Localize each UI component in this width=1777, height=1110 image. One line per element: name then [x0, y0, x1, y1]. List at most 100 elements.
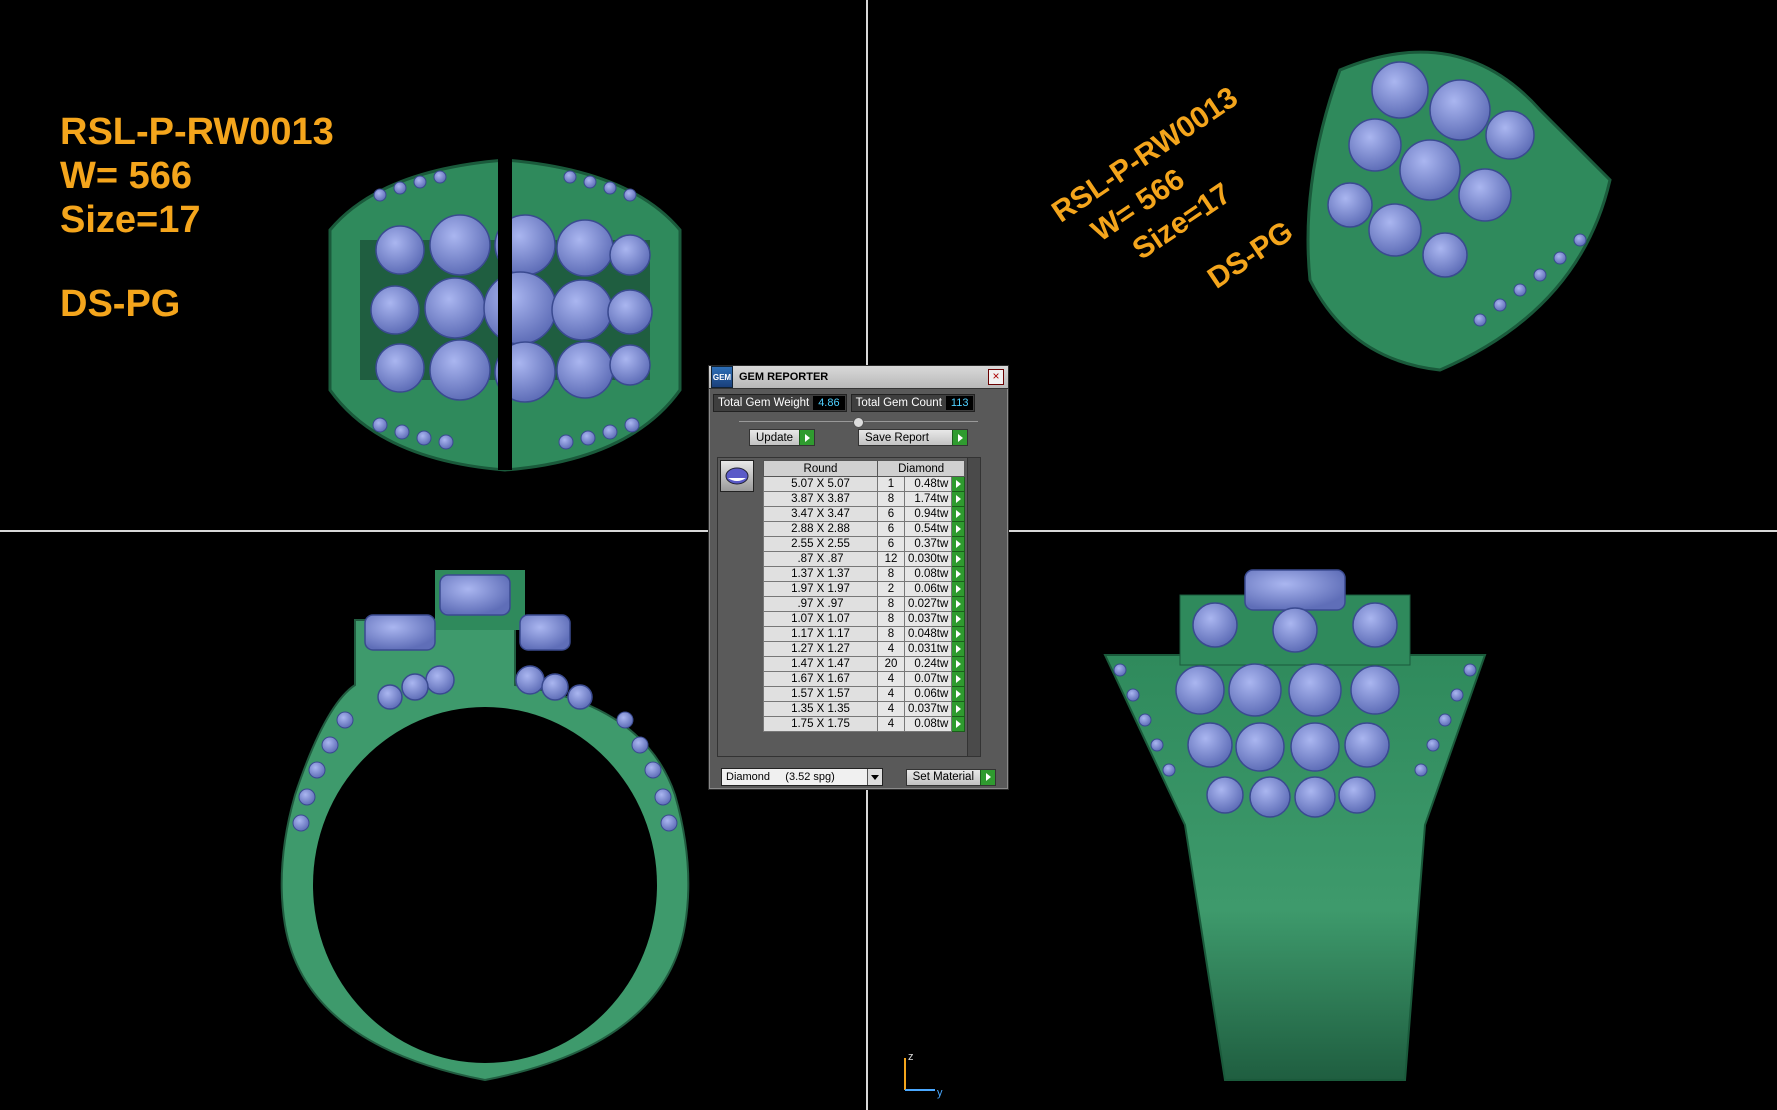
- ring-top-view[interactable]: [320, 140, 690, 480]
- table-row[interactable]: 5.07 X 5.07 1 0.48tw: [763, 476, 966, 492]
- gem-count: 4: [877, 641, 905, 657]
- column-header-shape: Round: [763, 460, 878, 477]
- gem-table: Round Diamond 5.07 X 5.07 1 0.48tw 3.87 X 3…: [763, 460, 966, 732]
- select-row-arrow-icon[interactable]: [951, 701, 966, 717]
- select-row-arrow-icon[interactable]: [951, 536, 966, 552]
- table-row[interactable]: 3.87 X 3.87 8 1.74tw: [763, 491, 966, 507]
- table-row[interactable]: 3.47 X 3.47 6 0.94tw: [763, 506, 966, 522]
- gem-weight: 0.07tw: [903, 671, 953, 687]
- update-label: Update: [756, 431, 794, 444]
- table-row[interactable]: 1.37 X 1.37 8 0.08tw: [763, 566, 966, 582]
- play-arrow-icon: [980, 769, 995, 785]
- play-arrow-icon: [799, 430, 815, 445]
- select-row-arrow-icon[interactable]: [951, 596, 966, 612]
- select-row-arrow-icon[interactable]: [951, 491, 966, 507]
- gem-size: 1.35 X 1.35: [763, 701, 878, 717]
- select-row-arrow-icon[interactable]: [951, 476, 966, 492]
- close-icon[interactable]: ×: [988, 369, 1004, 385]
- select-row-arrow-icon[interactable]: [951, 656, 966, 672]
- table-row[interactable]: 1.35 X 1.35 4 0.037tw: [763, 701, 966, 717]
- table-row[interactable]: 2.55 X 2.55 6 0.37tw: [763, 536, 966, 552]
- axis-gizmo: z y: [904, 1051, 943, 1099]
- table-row[interactable]: 1.27 X 1.27 4 0.031tw: [763, 641, 966, 657]
- total-gem-count: Total Gem Count 113: [850, 394, 976, 412]
- save-report-button[interactable]: Save Report: [858, 429, 968, 446]
- gem-count: 4: [877, 701, 905, 717]
- column-header-material: Diamond: [876, 460, 966, 477]
- gem-count: 8: [877, 566, 905, 582]
- gem-weight: 0.030tw: [903, 551, 953, 567]
- select-row-arrow-icon[interactable]: [951, 686, 966, 702]
- chevron-down-icon[interactable]: [867, 769, 882, 785]
- table-row[interactable]: 1.67 X 1.67 4 0.07tw: [763, 671, 966, 687]
- play-arrow-icon: [952, 430, 967, 445]
- gem-size: 1.07 X 1.07: [763, 611, 878, 627]
- dialog-title-bar[interactable]: GEM GEM REPORTER ×: [709, 366, 1008, 389]
- model-designer: DS-PG: [60, 283, 181, 325]
- select-row-arrow-icon[interactable]: [951, 506, 966, 522]
- model-weight: W= 566: [60, 155, 193, 197]
- select-row-arrow-icon[interactable]: [951, 521, 966, 537]
- gem-count: 8: [877, 491, 905, 507]
- round-gem-icon[interactable]: [720, 460, 754, 492]
- model-label-top-left: RSL-P-RW0013 W= 566 Size=17 DS-PG: [60, 110, 334, 326]
- collapse-toggle[interactable]: [853, 417, 864, 428]
- gem-size: 2.55 X 2.55: [763, 536, 878, 552]
- table-row[interactable]: 1.75 X 1.75 4 0.08tw: [763, 716, 966, 732]
- model-code: RSL-P-RW0013: [60, 111, 334, 153]
- material-select[interactable]: Diamond (3.52 spg): [721, 768, 883, 786]
- table-row[interactable]: 2.88 X 2.88 6 0.54tw: [763, 521, 966, 537]
- select-row-arrow-icon[interactable]: [951, 551, 966, 567]
- material-select-value: Diamond (3.52 spg): [726, 771, 835, 783]
- total-gem-count-label: Total Gem Count: [855, 397, 942, 409]
- ring-perspective-view[interactable]: [1280, 30, 1620, 380]
- total-gem-weight-value: 4.86: [813, 396, 845, 410]
- gem-size: .87 X .87: [763, 551, 878, 567]
- set-material-button[interactable]: Set Material: [905, 768, 996, 786]
- gem-weight: 0.06tw: [903, 686, 953, 702]
- gem-table-panel: Round Diamond 5.07 X 5.07 1 0.48tw 3.87 X 3…: [717, 457, 969, 757]
- table-row[interactable]: 1.17 X 1.17 8 0.048tw: [763, 626, 966, 642]
- gem-count: 12: [877, 551, 905, 567]
- table-row[interactable]: .87 X .87 12 0.030tw: [763, 551, 966, 567]
- select-row-arrow-icon[interactable]: [951, 566, 966, 582]
- gem-weight: 0.048tw: [903, 626, 953, 642]
- viewport-divider-horizontal-left: [0, 530, 708, 532]
- select-row-arrow-icon[interactable]: [951, 581, 966, 597]
- ring-side-view[interactable]: [265, 565, 705, 1095]
- gem-reporter-dialog[interactable]: GEM GEM REPORTER × Total Gem Weight 4.86…: [708, 365, 1009, 790]
- gem-count: 4: [877, 716, 905, 732]
- gem-count: 20: [877, 656, 905, 672]
- ring-front-view[interactable]: [1095, 565, 1495, 1085]
- gem-count: 8: [877, 611, 905, 627]
- table-row[interactable]: 1.07 X 1.07 8 0.037tw: [763, 611, 966, 627]
- gem-count: 8: [877, 596, 905, 612]
- table-scrollbar[interactable]: [967, 457, 981, 757]
- gem-size: 1.17 X 1.17: [763, 626, 878, 642]
- total-gem-weight: Total Gem Weight 4.86: [713, 394, 847, 412]
- gem-size: 1.47 X 1.47: [763, 656, 878, 672]
- gem-weight: 0.031tw: [903, 641, 953, 657]
- gem-weight: 0.94tw: [903, 506, 953, 522]
- select-row-arrow-icon[interactable]: [951, 716, 966, 732]
- gem-size: 1.97 X 1.97: [763, 581, 878, 597]
- select-row-arrow-icon[interactable]: [951, 641, 966, 657]
- select-row-arrow-icon[interactable]: [951, 671, 966, 687]
- table-row[interactable]: 1.97 X 1.97 2 0.06tw: [763, 581, 966, 597]
- table-row[interactable]: 1.47 X 1.47 20 0.24tw: [763, 656, 966, 672]
- gem-size: 5.07 X 5.07: [763, 476, 878, 492]
- table-row[interactable]: .97 X .97 8 0.027tw: [763, 596, 966, 612]
- gem-weight: 0.037tw: [903, 701, 953, 717]
- total-gem-weight-label: Total Gem Weight: [718, 397, 810, 409]
- select-row-arrow-icon[interactable]: [951, 611, 966, 627]
- table-row[interactable]: 1.57 X 1.57 4 0.06tw: [763, 686, 966, 702]
- gem-count: 6: [877, 521, 905, 537]
- select-row-arrow-icon[interactable]: [951, 626, 966, 642]
- gem-count: 2: [877, 581, 905, 597]
- gem-size: 3.47 X 3.47: [763, 506, 878, 522]
- gem-weight: 0.54tw: [903, 521, 953, 537]
- gem-weight: 0.037tw: [903, 611, 953, 627]
- update-button[interactable]: Update: [749, 429, 816, 446]
- viewport-divider-horizontal-right: [1008, 530, 1777, 532]
- axis-y-label: y: [937, 1087, 943, 1099]
